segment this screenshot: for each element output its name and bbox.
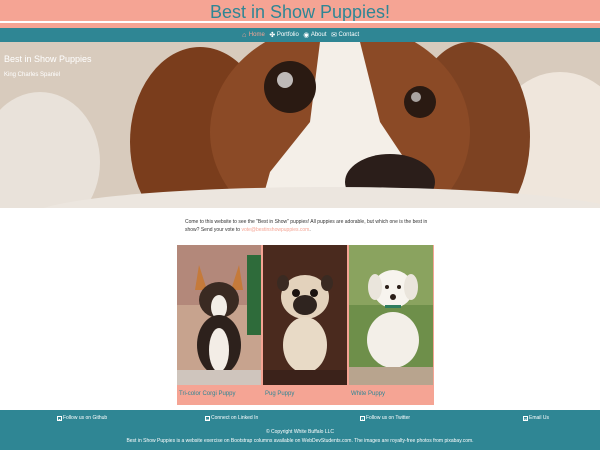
intro-text: Come to this website to see the "Best in…	[185, 218, 430, 234]
header-stripe	[0, 21, 600, 23]
footer-links: ● Follow us on Github in Connect on Link…	[0, 415, 600, 425]
footer-link-label: Follow us on Github	[63, 415, 108, 421]
envelope-icon: ✉	[331, 31, 337, 39]
nav-item-label: Portfolio	[276, 32, 299, 38]
nav-item-label: About	[310, 32, 327, 38]
site-footer: ● Follow us on Github in Connect on Link…	[0, 410, 600, 450]
github-icon: ●	[57, 415, 62, 422]
user-icon: ◉	[303, 31, 310, 39]
hero-banner: Best in Show Puppies King Charles Spanie…	[0, 42, 600, 208]
footer-link-label: Email Us	[529, 415, 550, 421]
corgi-puppy-image	[177, 245, 261, 385]
nav-item-home[interactable]: ⌂ Home	[241, 32, 265, 39]
hero-image	[0, 42, 600, 208]
vote-email-link[interactable]: vote@bestinshowpuppies.com	[241, 227, 309, 233]
site-header: Best in Show Puppies!	[0, 0, 600, 28]
hero-subtitle: King Charles Spaniel	[4, 72, 61, 78]
home-icon: ⌂	[242, 31, 247, 39]
twitter-icon: t	[360, 415, 365, 422]
email-icon: ✉	[523, 415, 528, 422]
puppy-card-white[interactable]: White Puppy	[349, 245, 433, 405]
main-nav: ⌂ Home ✤ Portfolio ◉ About ✉ Contact	[0, 28, 600, 42]
white-puppy-image	[349, 245, 433, 385]
puppy-card-corgi[interactable]: Tri-color Corgi Puppy	[177, 245, 261, 405]
footer-link-label: Connect on Linked In	[211, 415, 259, 421]
footer-link-linkedin[interactable]: in Connect on Linked In	[205, 415, 259, 422]
footer-link-github[interactable]: ● Follow us on Github	[57, 415, 108, 422]
puppy-caption: Pug Puppy	[265, 391, 295, 397]
copyright-text: © Copyright White Buffalo LLC	[265, 429, 335, 435]
hero-title: Best in Show Puppies	[4, 54, 92, 64]
puppy-gallery: Tri-color Corgi Puppy Pug Puppy White Pu…	[177, 245, 434, 405]
footer-link-label: Follow us on Twitter	[366, 415, 411, 421]
intro-end: .	[309, 227, 311, 233]
nav-item-about[interactable]: ◉ About	[303, 31, 327, 39]
nav-item-label: Home	[248, 32, 265, 38]
footer-link-twitter[interactable]: t Follow us on Twitter	[360, 415, 411, 422]
linkedin-icon: in	[205, 415, 210, 422]
footer-note: Best in Show Puppies is a website exerci…	[126, 438, 474, 444]
paw-icon: ✤	[269, 31, 276, 39]
puppy-card-pug[interactable]: Pug Puppy	[263, 245, 347, 405]
puppy-caption: Tri-color Corgi Puppy	[179, 391, 236, 397]
nav-item-contact[interactable]: ✉ Contact	[331, 31, 360, 39]
nav-item-label: Contact	[338, 32, 360, 38]
pug-puppy-image	[263, 245, 347, 385]
nav-item-portfolio[interactable]: ✤ Portfolio	[269, 31, 299, 39]
footer-link-email[interactable]: ✉ Email Us	[523, 415, 550, 422]
puppy-caption: White Puppy	[351, 391, 386, 397]
